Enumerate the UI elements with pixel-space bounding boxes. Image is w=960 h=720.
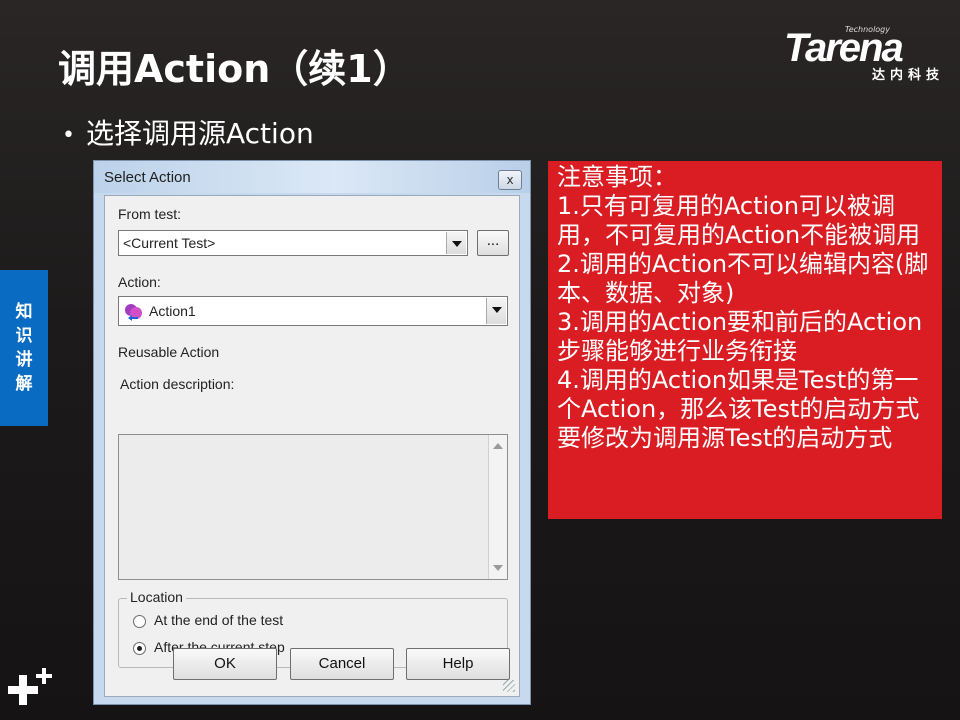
side-tab-char: 知 xyxy=(15,302,33,322)
note-item: 1.只有可复用的Action可以被调用，不可复用的Action不能被调用 xyxy=(557,192,921,249)
select-action-dialog: Select Action x From test: <Current Test… xyxy=(93,160,531,705)
radio-end-of-test-label[interactable]: At the end of the test xyxy=(154,612,283,628)
note-item: 4.调用的Action如果是Test的第一个Action，那么该Test的启动方… xyxy=(557,366,920,452)
plus-logo-icon xyxy=(8,668,52,705)
scroll-up-icon[interactable] xyxy=(493,443,503,449)
from-test-value: <Current Test> xyxy=(123,235,216,251)
from-test-combobox[interactable]: <Current Test> xyxy=(118,230,468,256)
side-tab-char: 识 xyxy=(15,326,33,346)
side-tab-char: 讲 xyxy=(15,350,33,370)
scroll-down-icon[interactable] xyxy=(493,565,503,571)
bullet-dot-icon: • xyxy=(62,122,75,148)
bullet-text: 选择调用源Action xyxy=(86,117,314,150)
chevron-down-icon[interactable] xyxy=(486,298,506,324)
dialog-titlebar[interactable]: Select Action x xyxy=(94,161,530,193)
tarena-logo: Technology Tarena 达内科技 xyxy=(780,20,950,83)
dialog-body: From test: <Current Test> ... Action: Ac… xyxy=(104,195,520,697)
notes-box: 注意事项： 1.只有可复用的Action可以被调用，不可复用的Action不能被… xyxy=(548,161,942,519)
from-test-label: From test: xyxy=(118,206,182,222)
bullet-item: • 选择调用源Action xyxy=(62,112,314,152)
note-heading: 注意事项： xyxy=(557,163,677,191)
location-label: Location xyxy=(127,589,186,605)
action-label: Action: xyxy=(118,274,161,290)
reusable-action-text: Reusable Action xyxy=(118,344,220,360)
ok-button[interactable]: OK xyxy=(173,648,277,680)
dialog-title: Select Action xyxy=(104,169,191,186)
help-button[interactable]: Help xyxy=(406,648,510,680)
logo-chinese-text: 达内科技 xyxy=(871,68,944,83)
radio-after-current-step[interactable] xyxy=(133,642,146,655)
browse-button[interactable]: ... xyxy=(477,230,509,256)
action-description-label: Action description: xyxy=(120,376,235,392)
action-value: Action1 xyxy=(149,303,196,319)
resize-grip-icon[interactable] xyxy=(503,680,515,692)
radio-end-of-test[interactable] xyxy=(133,615,146,628)
description-scrollbar[interactable] xyxy=(488,435,507,579)
action-combobox[interactable]: Action1 xyxy=(118,296,508,326)
note-item: 2.调用的Action不可以编辑内容(脚本、数据、对象) xyxy=(557,250,929,307)
cancel-button[interactable]: Cancel xyxy=(290,648,394,680)
side-tab-knowledge: 知 识 讲 解 xyxy=(0,270,48,426)
action-description-field[interactable] xyxy=(118,434,508,580)
action-icon xyxy=(125,304,142,321)
note-item: 3.调用的Action要和前后的Action步骤能够进行业务衔接 xyxy=(557,308,923,365)
side-tab-char: 解 xyxy=(15,374,33,394)
chevron-down-icon[interactable] xyxy=(446,232,466,254)
close-button[interactable]: x xyxy=(498,170,522,190)
slide-title: 调用Action（续1） xyxy=(58,47,411,91)
